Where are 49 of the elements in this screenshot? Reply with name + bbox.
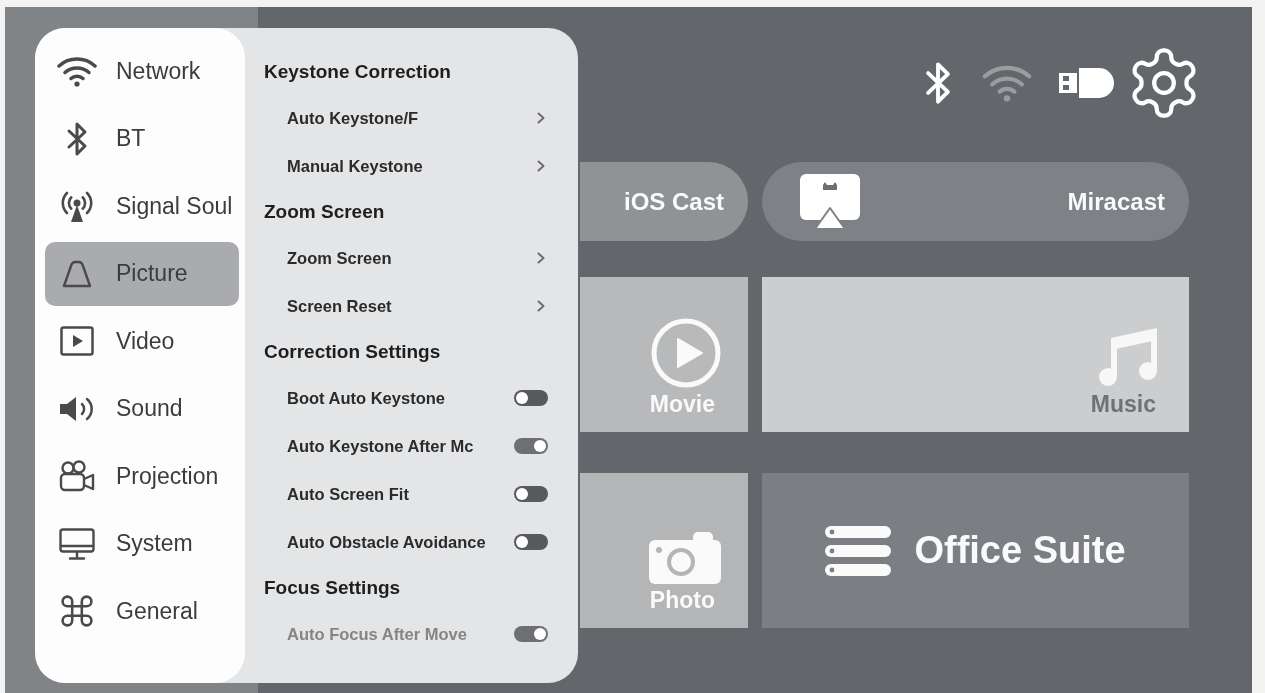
toggle-switch[interactable] [514, 486, 548, 502]
chevron-right-icon [537, 160, 545, 172]
sidebar-item[interactable]: Sound [45, 376, 239, 441]
bluetooth-icon [66, 120, 88, 157]
setting-label: Auto Keystone After Mc [287, 436, 474, 456]
toggle-switch[interactable] [514, 390, 548, 406]
setting-label: Auto Obstacle Avoidance [287, 532, 486, 552]
section-heading: Keystone Correction [264, 60, 452, 84]
list-icon [825, 525, 892, 576]
section-heading: Correction Settings [264, 340, 442, 364]
app-tile[interactable]: Office Suite [762, 473, 1189, 628]
film-camera-icon [59, 460, 95, 492]
toggle-switch[interactable] [514, 438, 548, 454]
sidebar-item[interactable]: Network [45, 39, 239, 103]
command-icon [61, 595, 93, 627]
sidebar-item[interactable]: BT [45, 106, 239, 171]
setting-label: Auto Screen Fit [287, 484, 409, 504]
bluetooth-icon [924, 61, 952, 105]
monitor-icon [59, 527, 95, 560]
usb-drive-icon [1059, 67, 1115, 99]
wifi-icon [57, 55, 97, 87]
play-circle-icon [651, 317, 721, 388]
sidebar-item[interactable]: Signal Soul [45, 174, 239, 238]
sidebar-item[interactable]: Picture [45, 241, 239, 306]
submenu-item[interactable]: Zoom Screen [287, 234, 548, 282]
cast-button[interactable]: Miracast [762, 162, 1189, 241]
setting-label: Boot Auto Keystone [287, 388, 445, 408]
setting-label: Auto Focus After Move [287, 624, 467, 644]
section-heading: Focus Settings [264, 576, 402, 600]
camera-icon [649, 531, 721, 584]
sidebar-item[interactable]: Video [45, 309, 239, 373]
submenu-item[interactable]: Manual Keystone [287, 142, 548, 190]
cast-screen-icon [800, 173, 860, 230]
play-square-icon [60, 326, 94, 356]
antenna-icon [59, 189, 95, 223]
chevron-right-icon [537, 300, 545, 312]
submenu-item[interactable]: Auto Keystone/F [287, 94, 548, 142]
submenu-item[interactable]: Screen Reset [287, 282, 548, 330]
wifi-icon [982, 64, 1032, 102]
section-heading: Zoom Screen [264, 200, 386, 224]
settings-icon[interactable] [1129, 48, 1199, 118]
toggle-switch[interactable] [514, 534, 548, 550]
sidebar-item[interactable]: Projection [45, 444, 239, 508]
trapezoid-icon [61, 259, 93, 288]
sidebar-item[interactable]: General [45, 579, 239, 643]
chevron-right-icon [537, 112, 545, 124]
sidebar-item[interactable]: System [45, 511, 239, 576]
chevron-right-icon [537, 252, 545, 264]
speaker-icon [59, 394, 95, 423]
